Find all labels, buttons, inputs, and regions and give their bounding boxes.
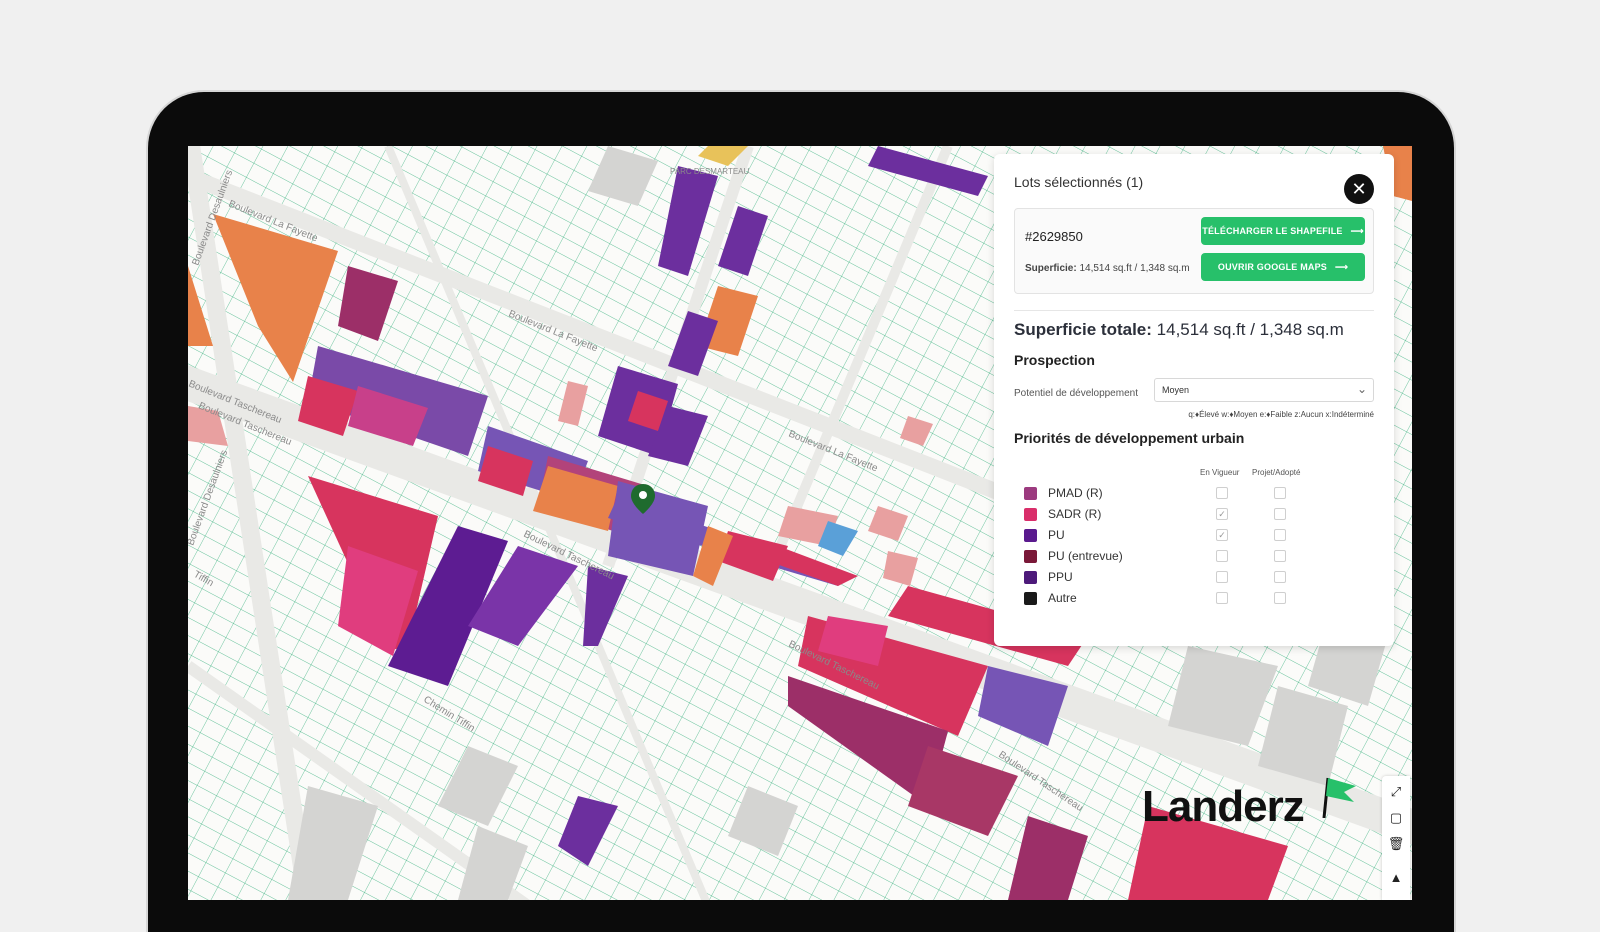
checkbox-en-vigueur[interactable] (1216, 550, 1228, 562)
total-area-label: Superficie totale: (1014, 320, 1152, 339)
priority-row: PU ✓ (1024, 526, 1364, 544)
checkbox-en-vigueur[interactable] (1216, 592, 1228, 604)
arrow-right-icon: ⟶ (1335, 261, 1349, 272)
close-icon[interactable]: ✕ (1344, 174, 1374, 204)
lot-card: #2629850 Superficie: 14,514 sq.ft / 1,34… (1014, 208, 1374, 294)
checkbox-en-vigueur[interactable] (1216, 487, 1228, 499)
checkbox-en-vigueur[interactable]: ✓ (1216, 508, 1228, 520)
open-google-maps-label: OUVRIR GOOGLE MAPS (1217, 262, 1327, 272)
edit-polygon-icon[interactable]: ⤢ (1382, 780, 1410, 804)
total-area: Superficie totale: 14,514 sq.ft / 1,348 … (1014, 320, 1344, 340)
checkbox-projet[interactable] (1274, 571, 1286, 583)
park-label: PARC DESMARTEAU (670, 167, 749, 176)
lot-area-value: 14,514 sq.ft / 1,348 sq.m (1079, 263, 1190, 274)
col-en-vigueur: En Vigueur (1200, 468, 1240, 477)
swatch (1024, 508, 1037, 521)
priority-label: Autre (1048, 591, 1077, 605)
compass-icon[interactable]: ▲ (1382, 866, 1410, 890)
swatch (1024, 550, 1037, 563)
priorities-heading: Priorités de développement urbain (1014, 430, 1245, 446)
checkbox-projet[interactable] (1274, 529, 1286, 541)
potential-legend: q:♦Élevé w:♦Moyen e:♦Faible z:Aucun x:In… (1188, 410, 1374, 419)
chevron-down-icon: ⌄ (1356, 382, 1367, 396)
flag-icon (1322, 777, 1356, 818)
app-screen: Boulevard La Fayette Boulevard La Fayett… (188, 146, 1412, 900)
priority-label: PU (entrevue) (1048, 549, 1123, 563)
checkbox-projet[interactable] (1274, 508, 1286, 520)
priority-label: PMAD (R) (1048, 486, 1103, 500)
download-shapefile-button[interactable]: TÉLÉCHARGER LE SHAPEFILE ⟶ (1201, 217, 1365, 245)
lot-area-label: Superficie: (1025, 263, 1077, 274)
priority-row: SADR (R) ✓ (1024, 505, 1364, 523)
swatch (1024, 487, 1037, 500)
open-google-maps-button[interactable]: OUVRIR GOOGLE MAPS ⟶ (1201, 253, 1365, 281)
priority-row: PPU (1024, 568, 1364, 586)
checkbox-projet[interactable] (1274, 487, 1286, 499)
selected-lots-panel: Lots sélectionnés (1) ✕ #2629850 Superfi… (994, 154, 1394, 646)
priority-row: Autre (1024, 589, 1364, 607)
map-toolbar: ⤢ ▢ 🗑 ▲ (1382, 776, 1410, 900)
priority-label: PU (1048, 528, 1065, 542)
arrow-right-icon: ⟶ (1350, 225, 1364, 236)
priority-row: PMAD (R) (1024, 484, 1364, 502)
checkbox-projet[interactable] (1274, 550, 1286, 562)
priority-label: PPU (1048, 570, 1073, 584)
checkbox-en-vigueur[interactable]: ✓ (1216, 529, 1228, 541)
priority-row: PU (entrevue) (1024, 547, 1364, 565)
lot-area: Superficie: 14,514 sq.ft / 1,348 sq.m (1025, 263, 1190, 274)
landerz-logo: Landerz (1142, 777, 1356, 832)
potential-select-value: Moyen (1162, 385, 1190, 395)
trash-icon[interactable]: 🗑 (1382, 832, 1410, 856)
col-projet-adopte: Projet/Adopté (1252, 468, 1301, 477)
lot-id: #2629850 (1025, 229, 1083, 244)
logo-text: Landerz (1142, 782, 1305, 831)
priority-label: SADR (R) (1048, 507, 1102, 521)
draw-rectangle-icon[interactable]: ▢ (1382, 806, 1410, 830)
swatch (1024, 592, 1037, 605)
swatch (1024, 529, 1037, 542)
swatch (1024, 571, 1037, 584)
checkbox-en-vigueur[interactable] (1216, 571, 1228, 583)
prospection-heading: Prospection (1014, 352, 1095, 368)
potential-label: Potentiel de développement (1014, 388, 1138, 399)
download-shapefile-label: TÉLÉCHARGER LE SHAPEFILE (1202, 226, 1343, 236)
checkbox-projet[interactable] (1274, 592, 1286, 604)
divider (1014, 310, 1374, 311)
panel-title: Lots sélectionnés (1) (1014, 174, 1144, 190)
potential-select[interactable]: Moyen ⌄ (1154, 378, 1374, 402)
total-area-value: 14,514 sq.ft / 1,348 sq.m (1156, 320, 1344, 339)
